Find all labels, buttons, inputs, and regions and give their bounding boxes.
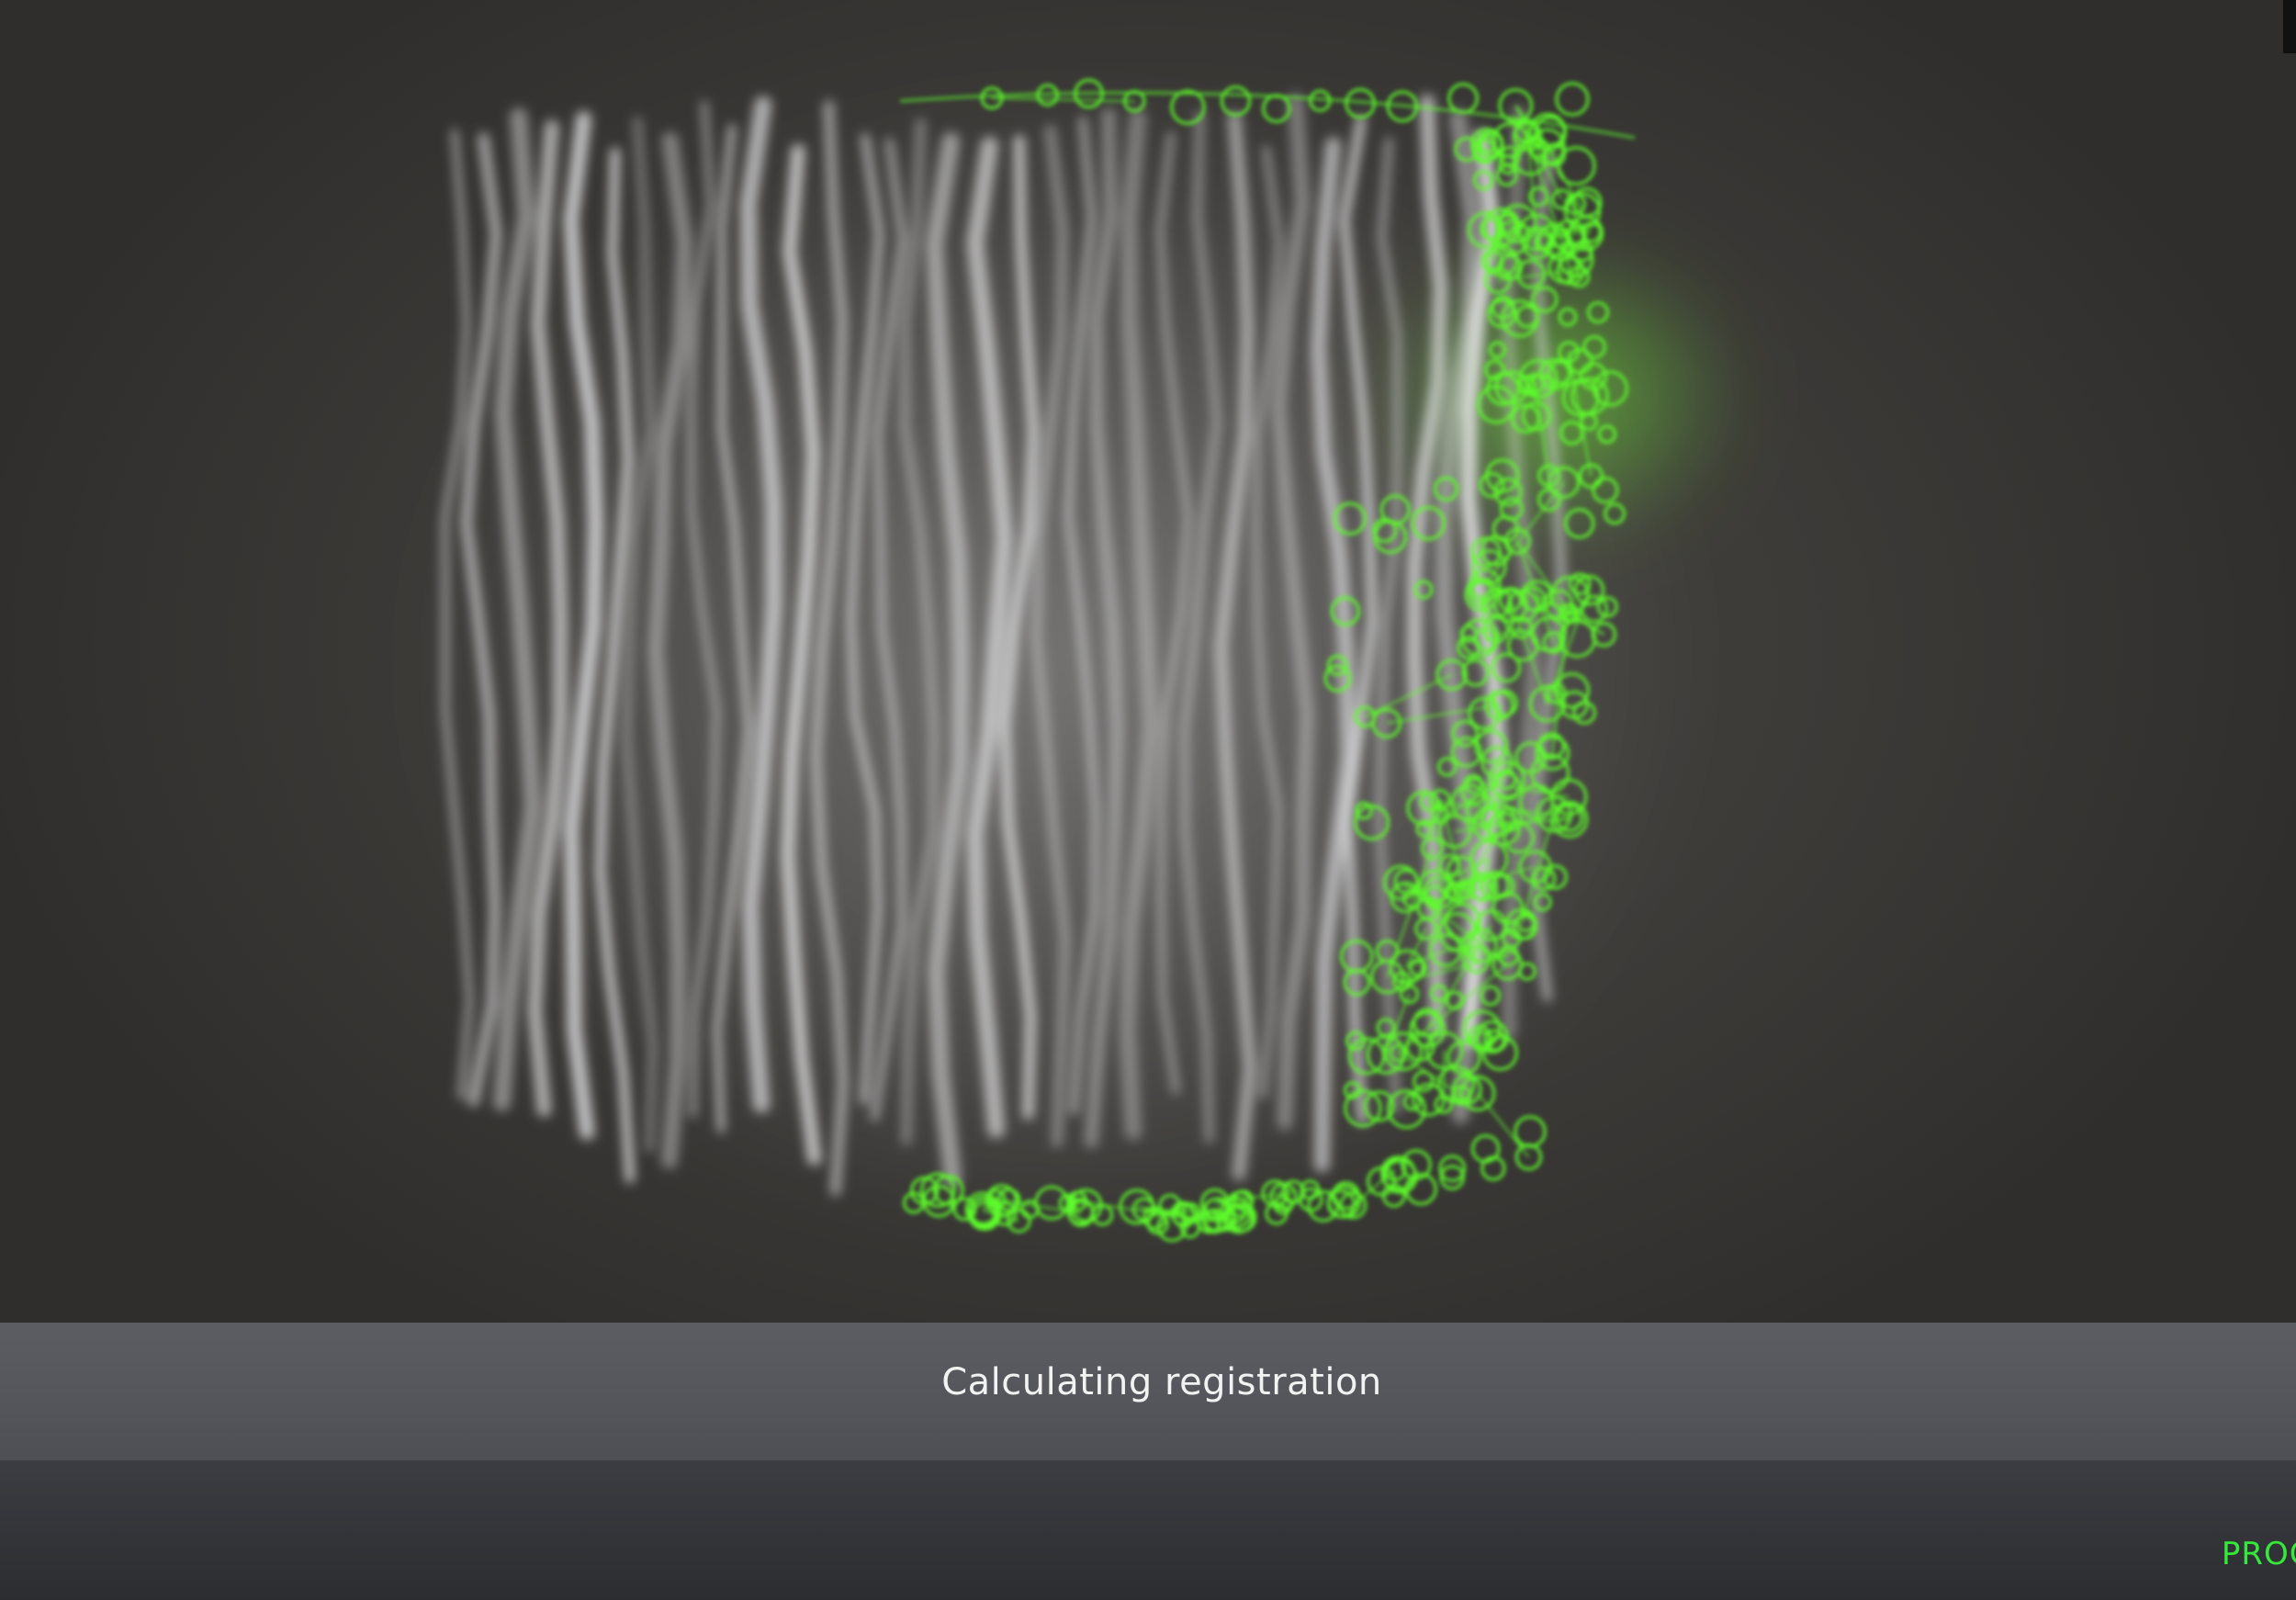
mesh-node [1514,1115,1547,1148]
mesh-edge [1442,1050,1446,1105]
status-bar: Calculating registration [0,1323,2296,1460]
mesh-node [1220,85,1252,117]
mesh-node [1447,83,1479,114]
mesh-node [1557,146,1596,186]
processing-state-label: PROCE [2221,1536,2296,1572]
registration-volume-render [413,78,1745,1243]
mesh-node [1262,94,1291,123]
corner-marker [2283,0,2296,53]
3d-volume-viewport[interactable] [0,0,2296,1323]
mesh-edge [1477,1092,1530,1158]
status-message: Calculating registration [941,1361,1382,1403]
mesh-node [1555,82,1590,117]
mesh-node [1307,1189,1340,1223]
screen: Calculating registration PROCE [0,0,2296,1600]
bottom-panel: PROCE [0,1460,2296,1600]
